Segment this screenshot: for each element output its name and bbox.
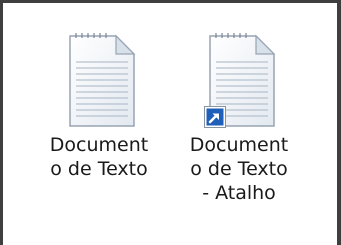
file-name-line: Document (49, 134, 149, 156)
file-item-text-document-shortcut[interactable]: Document o de Texto - Atalho (174, 30, 304, 230)
window-border-left (0, 0, 3, 245)
file-name-label: Document o de Texto (34, 133, 164, 181)
file-name-line: o de Texto (190, 158, 288, 180)
file-name-line: - Atalho (202, 182, 276, 204)
window-border-right (337, 0, 341, 245)
text-document-icon (69, 33, 136, 127)
explorer-file-view: Document o de Texto Document o de Texto … (0, 0, 341, 245)
file-item-text-document[interactable]: Document o de Texto (34, 30, 164, 230)
file-name-line: o de Texto (50, 158, 148, 180)
window-border-top (0, 0, 341, 3)
shortcut-arrow-icon (204, 106, 226, 128)
file-name-line: Document (189, 134, 289, 156)
file-name-label: Document o de Texto - Atalho (174, 133, 304, 205)
